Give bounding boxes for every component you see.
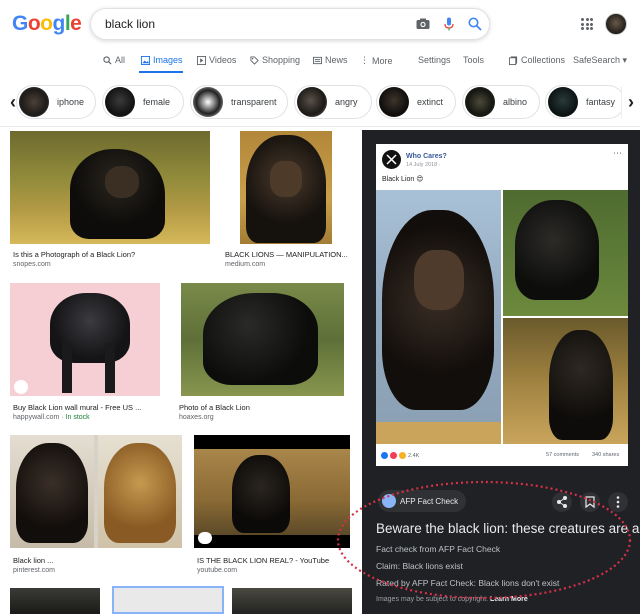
play-icon <box>197 55 206 65</box>
chip-fantasy[interactable]: fantasy <box>545 85 625 119</box>
result-card-hoaxes[interactable]: Photo of a Black Lion hoaxes.org <box>176 283 352 423</box>
avatar[interactable] <box>605 13 627 35</box>
tag-icon <box>250 55 259 65</box>
result-card-happywall[interactable]: Buy Black Lion wall mural - Free US ... … <box>10 283 170 423</box>
result-card-medium[interactable]: BLACK LIONS — MANIPULATION... medium.com <box>222 131 352 271</box>
search-icon <box>103 55 112 65</box>
result-image[interactable] <box>10 588 100 614</box>
result-image[interactable] <box>112 586 224 614</box>
search-tabs: All Images Videos Shopping News ⋮ More S… <box>0 52 640 73</box>
google-images-page: Google black lion All Images Videos Shop… <box>0 0 640 614</box>
post-footer: 2.4K 57 comments 340 shares <box>376 448 628 466</box>
image-icon <box>141 55 150 65</box>
tab-videos[interactable]: Videos <box>197 55 236 65</box>
result-source: pinterest.com <box>13 567 56 574</box>
result-title[interactable]: Is this a Photograph of a Black Lion? <box>13 250 135 259</box>
result-title[interactable]: Photo of a Black Lion <box>179 403 250 412</box>
related-chips: ‹ iphone female transparent angry extinc… <box>0 80 640 124</box>
stock-badge: In stock <box>65 414 90 421</box>
result-card-youtube[interactable]: IS THE BLACK LION REAL? - YouTube youtub… <box>194 435 354 575</box>
safesearch-toggle[interactable]: SafeSearch ▾ <box>573 55 627 66</box>
tab-news[interactable]: News <box>313 55 348 65</box>
tools-link[interactable]: Tools <box>463 55 484 65</box>
result-source: youtube.com <box>197 567 238 574</box>
chip-female[interactable]: female <box>102 85 184 119</box>
chip-thumbnail <box>548 87 578 117</box>
chip-thumbnail <box>19 87 49 117</box>
tab-all[interactable]: All <box>103 55 125 65</box>
result-image[interactable] <box>10 131 210 244</box>
result-title[interactable]: BLACK LIONS — MANIPULATION... <box>225 250 348 259</box>
result-source: hoaxes.org <box>179 414 214 421</box>
result-title[interactable]: Buy Black Lion wall mural - Free US ... <box>13 403 141 412</box>
chip-iphone[interactable]: iphone <box>16 85 96 119</box>
chip-angry[interactable]: angry <box>294 85 372 119</box>
page-avatar <box>382 150 401 169</box>
active-tab-indicator <box>139 71 183 73</box>
search-input[interactable]: black lion <box>105 17 155 31</box>
result-image[interactable] <box>181 283 344 396</box>
reactions: 2.4K <box>381 452 419 459</box>
result-source: happywall.com · In stock <box>13 414 90 421</box>
result-card-pinterest[interactable]: Black lion ... pinterest.com <box>10 435 190 575</box>
chips-next-button[interactable]: › <box>621 86 640 118</box>
play-icon <box>198 532 212 544</box>
more-horiz-icon: ⋯ <box>613 148 622 158</box>
chip-thumbnail <box>297 87 327 117</box>
result-image[interactable] <box>194 435 350 548</box>
news-icon <box>313 56 322 64</box>
chip-extinct[interactable]: extinct <box>376 85 456 119</box>
share-count: 340 shares <box>592 452 620 458</box>
comment-count: 57 comments <box>546 452 580 458</box>
tab-images[interactable]: Images <box>141 55 183 65</box>
post-photo-main <box>376 190 501 444</box>
search-box[interactable]: black lion <box>90 8 490 40</box>
post-author: Who Cares? <box>406 153 447 160</box>
chip-thumbnail <box>465 87 495 117</box>
result-image[interactable] <box>10 283 160 396</box>
microphone-icon[interactable] <box>441 16 457 32</box>
tab-more[interactable]: ⋮ More <box>360 55 393 66</box>
post-caption: Black Lion 😍 <box>382 176 424 183</box>
more-vert-icon: ⋮ <box>360 55 369 65</box>
post-photo-bottom <box>503 318 628 444</box>
camera-icon[interactable] <box>415 16 431 32</box>
chip-thumbnail <box>105 87 135 117</box>
result-source: snopes.com <box>13 261 51 268</box>
google-logo[interactable]: Google <box>12 12 82 36</box>
result-image[interactable] <box>240 131 332 244</box>
post-photo-top <box>503 190 628 316</box>
post-date: 14 July 2018 · <box>406 162 441 168</box>
chip-thumbnail <box>193 87 223 117</box>
collections-link[interactable]: Collections <box>509 55 565 65</box>
search-icon[interactable] <box>467 16 483 32</box>
settings-link[interactable]: Settings <box>418 55 451 65</box>
annotation-ellipse <box>336 480 632 600</box>
collections-icon <box>509 55 518 65</box>
chip-thumbnail <box>379 87 409 117</box>
facebook-post-image[interactable]: Who Cares? 14 July 2018 · ⋯ Black Lion 😍… <box>376 144 628 466</box>
apps-icon[interactable] <box>581 18 593 30</box>
tag-icon <box>14 380 28 394</box>
divider <box>0 126 640 127</box>
result-image[interactable] <box>10 435 182 548</box>
chip-albino[interactable]: albino <box>462 85 540 119</box>
chip-transparent[interactable]: transparent <box>190 85 288 119</box>
result-card-snopes[interactable]: Is this a Photograph of a Black Lion? sn… <box>10 131 210 271</box>
result-title[interactable]: Black lion ... <box>13 556 53 565</box>
tab-shopping[interactable]: Shopping <box>250 55 300 65</box>
result-title[interactable]: IS THE BLACK LION REAL? - YouTube <box>197 556 329 565</box>
result-source: medium.com <box>225 261 266 268</box>
